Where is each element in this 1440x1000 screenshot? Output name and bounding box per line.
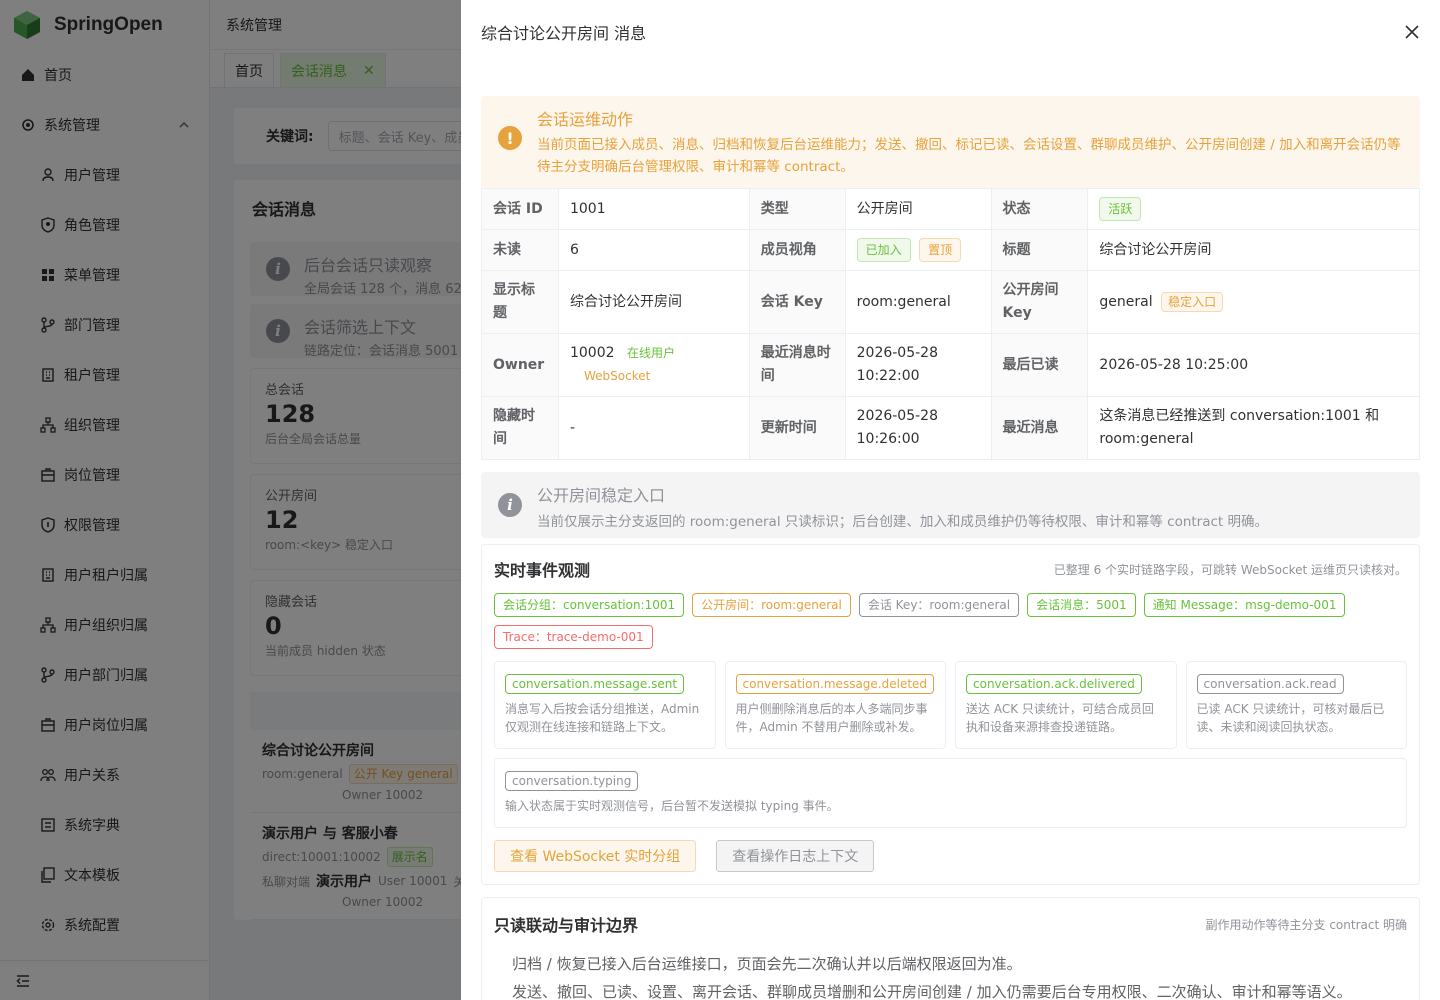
drawer-header: 综合讨论公开房间 消息 (461, 0, 1440, 64)
realtime-fields: 会话分组：conversation:1001 公开房间：room:general 会… (494, 593, 1407, 649)
section-title: 实时事件观测 (494, 561, 591, 580)
warning-desc: 当前页面已接入成员、消息、归档和恢复后台运维能力；发送、撤回、标记已读、会话设置… (537, 137, 1401, 175)
view-websocket-button[interactable]: 查看 WebSocket 实时分组 (494, 840, 697, 872)
realtime-field-tag: 通知 Message：msg-demo-001 (1143, 593, 1346, 617)
last-message-time: 2026-05-28 10:22:00 (844, 333, 992, 397)
event-desc: 消息写入后按会话分组推送，Admin 仅观测在线连接和链路上下文。 (505, 702, 700, 734)
detail-label: 会话 Key (748, 270, 846, 334)
owner-id: 10002 (569, 345, 615, 361)
warning-icon: ! (498, 126, 522, 150)
drawer-title: 综合讨论公开房间 消息 (481, 24, 647, 43)
detail-label: 状态 (990, 188, 1089, 230)
close-drawer-button[interactable] (1404, 24, 1420, 40)
realtime-field-tag: 会话分组：conversation:1001 (494, 593, 685, 617)
update-time: 2026-05-28 10:26:00 (844, 396, 992, 460)
last-read-time: 2026-05-28 10:25:00 (1087, 333, 1420, 397)
detail-label: 最后已读 (990, 333, 1089, 397)
detail-label: 成员视角 (748, 229, 846, 271)
event-name-tag: conversation.message.sent (505, 674, 685, 694)
info-desc: 当前仅展示主分支返回的 room:general 只读标识；后台创建、加入和成员… (537, 514, 1269, 530)
conversation-key: room:general (844, 270, 992, 334)
detail-label: 公开房间 Key (990, 270, 1089, 334)
realtime-field-tag: 会话 Key：room:general (858, 593, 1020, 617)
public-room-info: i 公开房间稳定入口 当前仅展示主分支返回的 room:general 只读标识… (481, 472, 1420, 538)
conversation-type: 公开房间 (844, 188, 992, 230)
detail-label: 最近消息 (990, 396, 1089, 460)
detail-label: 标题 (990, 229, 1089, 271)
event-name-tag: conversation.ack.read (1196, 674, 1344, 694)
realtime-field-tag: 公开房间：room:general (692, 593, 851, 617)
conversation-id: 1001 (557, 188, 750, 230)
view-oplog-button[interactable]: 查看操作日志上下文 (716, 840, 875, 872)
detail-label: 会话 ID (481, 188, 559, 230)
owner-online-link[interactable]: 在线用户 (627, 346, 675, 360)
warning-title: 会话运维动作 (537, 110, 634, 129)
event-card: conversation.message.deleted 用户侧删除消息后的本人多… (724, 661, 946, 749)
event-desc: 用户侧删除消息后的本人多端同步事件，Admin 不替用户删除或补发。 (735, 702, 928, 734)
display-title: 综合讨论公开房间 (557, 270, 750, 334)
joined-badge: 已加入 (856, 238, 911, 262)
public-room-key: general (1099, 293, 1153, 310)
message-drawer: 综合讨论公开房间 消息 ! 会话运维动作 当前页面已接入成员、消息、归档和恢复后… (461, 0, 1440, 1000)
detail-label: 更新时间 (748, 396, 846, 460)
event-cards: conversation.message.sent 消息写入后按会话分组推送，Ad… (494, 661, 1407, 828)
pinned-badge: 置顶 (919, 238, 962, 262)
conversation-details: 会话 ID 1001 类型 公开房间 状态 活跃 未读 6 成员视角 已加入 置… (481, 188, 1420, 460)
owner-websocket-link[interactable]: WebSocket (584, 369, 650, 383)
info-icon: i (498, 493, 522, 517)
realtime-field-tag: Trace：trace-demo-001 (494, 625, 653, 649)
hidden-time: - (557, 396, 750, 460)
section-note: 已整理 6 个实时链路字段，可跳转 WebSocket 运维页只读核对。 (1053, 562, 1407, 577)
list-item: 归档 / 恢复已接入后台运维接口，页面会先二次确认并以后端权限返回为准。 (512, 955, 1022, 973)
stable-entry-badge: 稳定入口 (1161, 291, 1224, 312)
realtime-field-tag: 会话消息：5001 (1027, 593, 1136, 617)
unread-count: 6 (557, 229, 750, 271)
conversation-title: 综合讨论公开房间 (1087, 229, 1420, 271)
event-card: conversation.message.sent 消息写入后按会话分组推送，Ad… (494, 661, 716, 749)
drawer-body: ! 会话运维动作 当前页面已接入成员、消息、归档和恢复后台运维能力；发送、撤回、… (461, 64, 1440, 1000)
event-card: conversation.typing 输入状态属于实时观测信号，后台暂不发送模拟… (494, 758, 1407, 828)
event-desc: 输入状态属于实时观测信号，后台暂不发送模拟 typing 事件。 (505, 799, 839, 813)
last-message: 这条消息已经推送到 conversation:1001 和 room:gener… (1087, 396, 1420, 460)
close-icon (1405, 25, 1419, 39)
event-desc: 送达 ACK 只读统计，可结合成员回执和设备来源排查投递链路。 (966, 702, 1154, 734)
event-name-tag: conversation.ack.delivered (966, 674, 1142, 694)
info-title: 公开房间稳定入口 (537, 486, 666, 505)
event-name-tag: conversation.typing (505, 771, 639, 791)
event-card: conversation.ack.read 已读 ACK 只读统计，可核对最后已读… (1185, 661, 1407, 749)
event-name-tag: conversation.message.deleted (735, 674, 935, 694)
detail-label: Owner (481, 333, 559, 397)
detail-label: 显示标题 (481, 270, 559, 334)
detail-label: 未读 (481, 229, 559, 271)
section-note: 副作用动作等待主分支 contract 明确 (1205, 917, 1407, 932)
detail-label: 类型 (748, 188, 846, 230)
status-badge: 活跃 (1099, 197, 1142, 221)
realtime-events-section: 实时事件观测 已整理 6 个实时链路字段，可跳转 WebSocket 运维页只读… (481, 544, 1420, 885)
section-title: 只读联动与审计边界 (494, 916, 639, 935)
readonly-audit-section: 只读联动与审计边界 副作用动作等待主分支 contract 明确 归档 / 恢复… (481, 897, 1420, 1000)
ops-warning: ! 会话运维动作 当前页面已接入成员、消息、归档和恢复后台运维能力；发送、撤回、… (481, 96, 1420, 188)
event-desc: 已读 ACK 只读统计，可核对最后已读、未读和阅读回执状态。 (1196, 702, 1385, 734)
list-item: 发送、撤回、已读、设置、离开会话、群聊成员增删和公开房间创建 / 加入仍需要后台… (512, 983, 1352, 1000)
detail-label: 最近消息时间 (748, 333, 846, 397)
detail-label: 隐藏时间 (481, 396, 559, 460)
event-card: conversation.ack.delivered 送达 ACK 只读统计，可结… (955, 661, 1177, 749)
